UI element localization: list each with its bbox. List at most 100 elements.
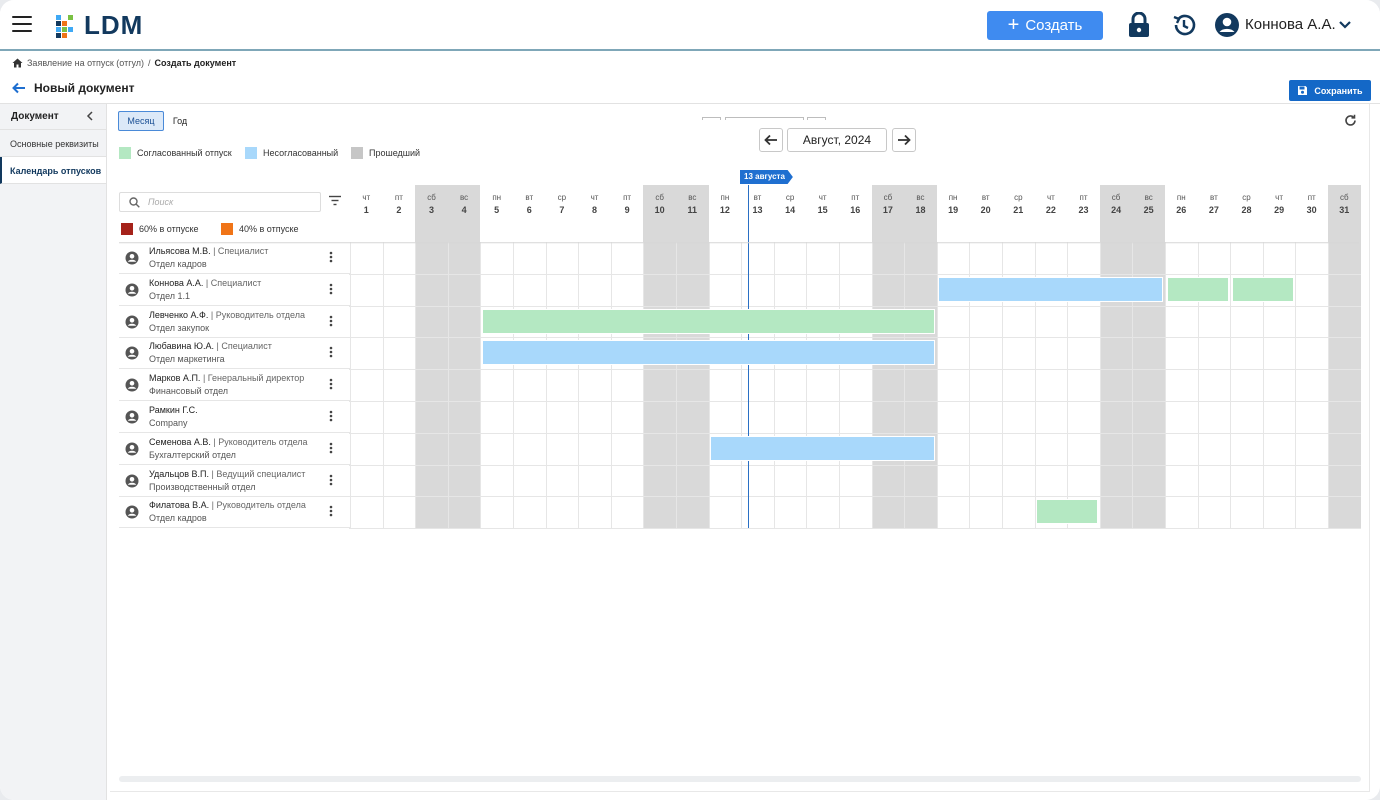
day-of-week: чт [1046,193,1055,202]
day-column [741,242,774,529]
vacation-bar-unapproved[interactable] [938,276,1164,302]
legend-approved: Согласованный отпуск [119,147,232,159]
employee-row[interactable]: Рамкин Г.С. Company [119,401,350,433]
day-of-week: пт [623,193,632,202]
filter-icon[interactable] [328,195,342,206]
back-arrow-icon[interactable] [12,82,26,94]
day-of-week: сб [1111,193,1121,202]
day-column [904,242,937,529]
day-header: пн 5 [480,185,513,242]
day-column [578,242,611,529]
employee-row[interactable]: Марков А.П. | Генеральный директор Финанс… [119,369,350,402]
employee-row[interactable]: Семенова А.В. | Руководитель отдела Бухга… [119,433,350,465]
arrow-left-icon [764,134,777,146]
day-number: 27 [1208,205,1219,215]
legend-past: Прошедший [351,147,420,159]
plus-icon: + [1007,13,1020,36]
more-vertical-icon[interactable] [329,442,333,454]
chevron-left-icon[interactable] [86,111,94,121]
employee-row[interactable]: Коннова А.А. | Специалист Отдел 1.1 [119,274,350,306]
day-number: 13 [752,205,763,215]
vacation-bar-approved[interactable] [1166,276,1229,302]
employee-role: | Руководитель отдела [213,436,308,447]
day-number: 9 [624,205,630,215]
legend-label: Согласованный отпуск [137,148,232,158]
more-vertical-icon[interactable] [329,474,333,486]
home-icon[interactable] [12,58,23,68]
chevron-down-icon[interactable] [1338,18,1352,32]
next-month-button[interactable] [892,128,916,152]
employee-name: Марков А.П. [149,373,201,384]
calendar-card: Месяц Год Август, 2024 Согласованный отп… [110,104,1370,792]
more-vertical-icon[interactable] [329,315,333,327]
vacation-bar-approved[interactable] [481,308,936,334]
more-vertical-icon[interactable] [329,378,333,390]
more-vertical-icon[interactable] [329,505,333,517]
employee-name: Семенова А.В. [149,436,211,447]
refresh-icon[interactable] [1344,114,1357,127]
legend-label: Несогласованный [263,148,339,158]
employee-row[interactable]: Левченко А.Ф. | Руководитель отдела Отдел… [119,306,350,338]
create-button[interactable]: + Создать [987,11,1103,40]
vacation-bar-approved[interactable] [1231,276,1294,302]
save-button[interactable]: Сохранить [1289,80,1371,101]
vacation-bar-approved[interactable] [1036,499,1099,525]
day-number: 21 [1013,205,1024,215]
sidebar-item-vacation-calendar[interactable]: Календарь отпусков [0,157,106,184]
vacation-bar-unapproved[interactable] [481,340,936,366]
vacation-bar-unapproved[interactable] [710,435,936,461]
user-avatar-icon[interactable] [1214,12,1240,38]
breadcrumb-parent[interactable]: Заявление на отпуск (отгул) [27,58,144,68]
day-of-week: вт [753,193,762,202]
employee-name: Любавина Ю.А. [149,341,214,352]
sidebar-item-main-details[interactable]: Основные реквизиты [0,130,106,157]
employee-row[interactable]: Ильясова М.В. | Специалист Отдел кадров [119,242,350,274]
prev-month-button[interactable] [759,128,783,152]
more-vertical-icon[interactable] [329,283,333,295]
day-column [676,242,709,529]
more-vertical-icon[interactable] [329,251,333,263]
lock-icon[interactable] [1128,12,1150,38]
breadcrumb: Заявление на отпуск (отгул) / Создать до… [12,58,236,68]
employee-row[interactable]: Удальцов В.П. | Ведущий специалист Произв… [119,465,350,497]
row-divider [349,305,1361,307]
day-number: 29 [1274,205,1285,215]
view-year-button[interactable]: Год [168,111,192,131]
more-vertical-icon[interactable] [329,346,333,358]
row-divider [349,401,1361,402]
more-vertical-icon[interactable] [329,410,333,422]
menu-icon[interactable] [12,16,32,34]
view-month-button[interactable]: Месяц [118,111,164,131]
employee-department: Отдел кадров [149,513,207,524]
day-number: 1 [363,205,369,215]
employee-row[interactable]: Любавина Ю.А. | Специалист Отдел маркетин… [119,337,350,370]
day-number: 19 [948,205,959,215]
day-column [643,242,676,529]
day-of-week: ср [1014,193,1023,202]
row-divider [349,528,1361,530]
employee-name: Удальцов В.П. [149,468,210,479]
day-header: пн 19 [937,185,970,242]
history-icon[interactable] [1171,12,1197,38]
employee-name-line: Филатова В.А. | Руководитель отдела [149,500,306,510]
day-number: 14 [785,205,796,215]
day-of-week: пн [492,193,502,202]
employee-row[interactable]: Филатова В.А. | Руководитель отдела Отдел… [119,496,350,529]
day-of-week: сб [655,193,664,202]
legend-swatch [351,147,363,159]
user-name[interactable]: Коннова А.А. [1245,16,1336,33]
app-window: LDM + Создать Коннова А.А. Заявление на … [0,0,1380,800]
day-of-week: вс [688,193,697,202]
day-number: 28 [1241,205,1252,215]
header-divider [119,242,1359,244]
arrow-right-icon [898,134,911,146]
load-legend-40: 40% в отпуске [221,223,299,235]
horizontal-scrollbar[interactable] [119,776,1361,782]
employee-name-line: Левченко А.Ф. | Руководитель отдела [149,310,305,320]
sidebar-header[interactable]: Документ [0,104,106,130]
row-divider [349,464,1361,466]
search-input[interactable] [148,197,298,207]
day-header: сб 10 [643,185,676,242]
day-column [480,242,513,529]
employee-name: Ильясова М.В. [149,246,211,256]
